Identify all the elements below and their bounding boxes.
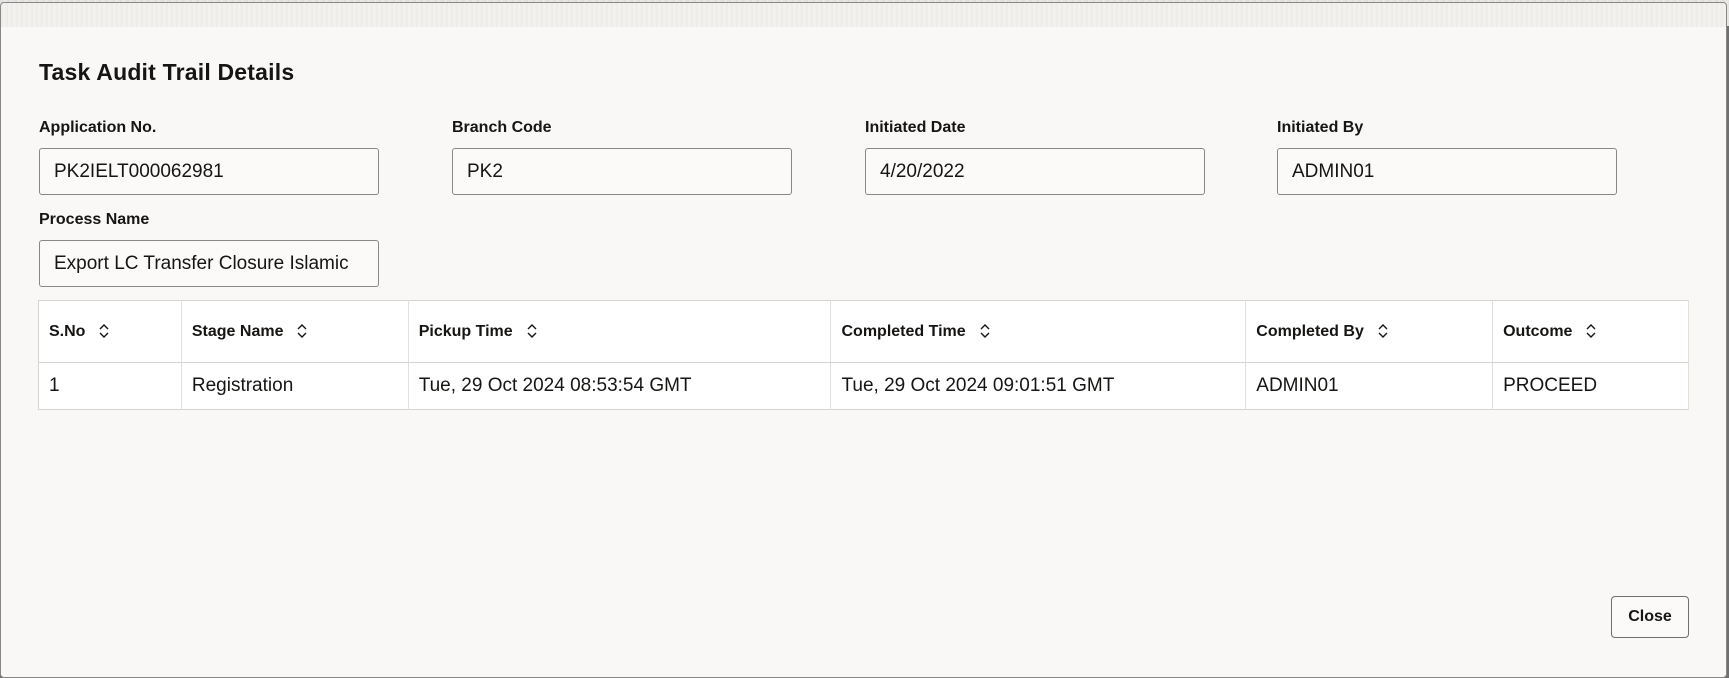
initiated-by-field: Initiated By ADMIN01: [1277, 117, 1617, 195]
initiated-date-field: Initiated Date 4/20/2022: [865, 117, 1205, 195]
application-no-input[interactable]: PK2IELT000062981: [39, 148, 379, 195]
process-name-field: Process Name Export LC Transfer Closure …: [39, 209, 379, 287]
initiated-by-input[interactable]: ADMIN01: [1277, 148, 1617, 195]
column-header-sno[interactable]: S.No: [39, 301, 182, 363]
close-button[interactable]: Close: [1611, 596, 1689, 638]
cell-pickup-time: Tue, 29 Oct 2024 08:53:54 GMT: [408, 363, 831, 410]
column-header-outcome[interactable]: Outcome: [1493, 301, 1689, 363]
column-header-completed-time[interactable]: Completed Time: [831, 301, 1246, 363]
table-row: 1 Registration Tue, 29 Oct 2024 08:53:54…: [39, 363, 1689, 410]
cell-sno: 1: [39, 363, 182, 410]
initiated-date-label: Initiated Date: [865, 117, 1205, 139]
column-header-pickup-time[interactable]: Pickup Time: [408, 301, 831, 363]
application-no-field: Application No. PK2IELT000062981: [39, 117, 379, 195]
sort-up-down-icon[interactable]: [980, 323, 990, 339]
branch-code-input[interactable]: PK2: [452, 148, 792, 195]
sort-up-down-icon[interactable]: [99, 323, 109, 339]
process-name-label: Process Name: [39, 209, 379, 231]
branch-code-label: Branch Code: [452, 117, 792, 139]
application-no-label: Application No.: [39, 117, 379, 139]
sort-up-down-icon[interactable]: [1378, 323, 1388, 339]
process-name-input[interactable]: Export LC Transfer Closure Islamic: [39, 240, 379, 287]
cell-stage-name: Registration: [181, 363, 408, 410]
dialog-header-strip: [1, 3, 1726, 27]
initiated-by-label: Initiated By: [1277, 117, 1617, 139]
audit-trail-table: S.No Stage Name Pickup Time Completed Ti…: [38, 300, 1689, 410]
cell-outcome: PROCEED: [1493, 363, 1689, 410]
dialog-title: Task Audit Trail Details: [39, 59, 294, 86]
sort-up-down-icon[interactable]: [1586, 323, 1596, 339]
column-header-completed-by[interactable]: Completed By: [1246, 301, 1493, 363]
branch-code-field: Branch Code PK2: [452, 117, 792, 195]
sort-up-down-icon[interactable]: [297, 323, 307, 339]
initiated-date-input[interactable]: 4/20/2022: [865, 148, 1205, 195]
table-header-row: S.No Stage Name Pickup Time Completed Ti…: [39, 301, 1689, 363]
cell-completed-time: Tue, 29 Oct 2024 09:01:51 GMT: [831, 363, 1246, 410]
sort-up-down-icon[interactable]: [527, 323, 537, 339]
cell-completed-by: ADMIN01: [1246, 363, 1493, 410]
column-header-stage-name[interactable]: Stage Name: [181, 301, 408, 363]
